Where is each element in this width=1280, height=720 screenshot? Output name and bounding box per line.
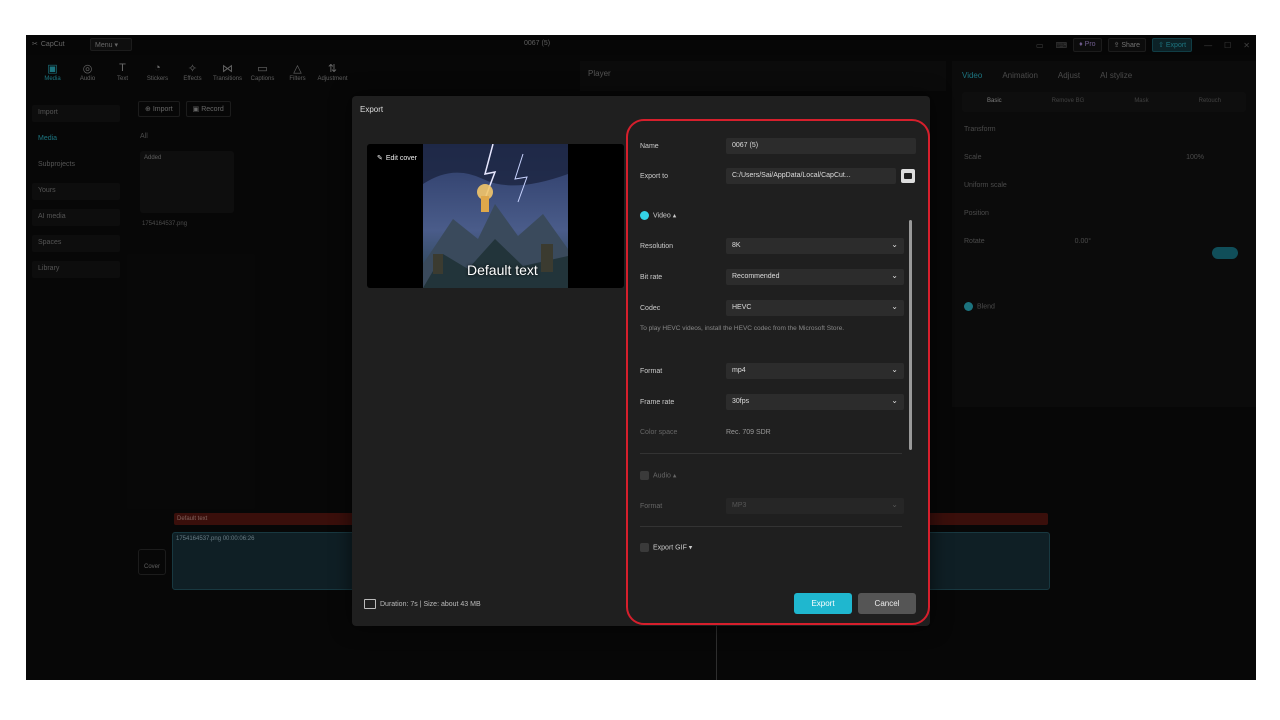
export-dialog: Export ✎ Edit cover Default text Duratio…: [352, 96, 930, 626]
gif-checkbox[interactable]: [640, 543, 649, 552]
audio-checkbox[interactable]: [640, 471, 649, 480]
export-to-row: Export to C:/Users/Sai/AppData/Local/Cap…: [640, 168, 916, 186]
film-icon: [364, 599, 376, 609]
format-label: Format: [640, 368, 663, 375]
chevron-down-icon: ⌄: [891, 365, 898, 374]
chevron-down-icon: ▾: [688, 544, 693, 552]
video-section-header[interactable]: Video ▴: [640, 208, 916, 226]
cover-default-text: Default text: [467, 262, 538, 278]
gif-section-header[interactable]: Export GIF ▾: [640, 540, 916, 558]
codec-hint: To play HEVC videos, install the HEVC co…: [640, 325, 845, 332]
edit-cover-button[interactable]: ✎ Edit cover: [377, 154, 417, 163]
video-checkbox[interactable]: [640, 211, 649, 220]
bitrate-select[interactable]: Recommended ⌄: [726, 269, 904, 285]
divider: [640, 526, 902, 527]
export-to-label: Export to: [640, 173, 669, 180]
bitrate-label: Bit rate: [640, 274, 663, 281]
chevron-down-icon: ⌄: [891, 396, 898, 405]
chevron-down-icon: ⌄: [891, 302, 898, 311]
framerate-value: 30fps: [732, 398, 750, 405]
settings-scrollbar[interactable]: [909, 220, 912, 450]
format-select[interactable]: mp4 ⌄: [726, 363, 904, 379]
codec-label: Codec: [640, 305, 661, 312]
video-label: Video: [653, 212, 671, 220]
duration-text: Duration: 7s | Size: about 43 MB: [380, 600, 481, 608]
framerate-row: Frame rate 30fps ⌄: [640, 394, 916, 412]
framerate-label: Frame rate: [640, 399, 675, 406]
export-path-input[interactable]: C:/Users/Sai/AppData/Local/CapCut...: [726, 168, 896, 184]
capcut-app: ✂ CapCut Menu ▾ 0067 (5) ▭ ⌨ ♦ Pro ⇪ Sha…: [26, 35, 1256, 680]
chevron-down-icon: ⌄: [891, 500, 898, 509]
bitrate-row: Bit rate Recommended ⌄: [640, 269, 916, 287]
export-settings: Name 0067 (5) Export to C:/Users/Sai/App…: [640, 128, 916, 598]
format-row: Format mp4 ⌄: [640, 363, 916, 381]
gif-label: Export GIF: [653, 544, 687, 552]
duration-info: Duration: 7s | Size: about 43 MB: [364, 599, 481, 609]
audio-label: Audio: [653, 472, 671, 480]
colorspace-value: Rec. 709 SDR: [726, 429, 771, 436]
format-value: mp4: [732, 367, 746, 374]
divider: [640, 453, 902, 454]
resolution-select[interactable]: 8K ⌄: [726, 238, 904, 254]
resolution-value: 8K: [732, 242, 741, 249]
folder-icon[interactable]: [901, 169, 915, 183]
audio-format-select: MP3 ⌄: [726, 498, 904, 514]
chevron-up-icon: ▴: [672, 212, 677, 220]
dialog-title: Export: [360, 105, 384, 114]
audio-format-value: MP3: [732, 502, 747, 509]
resolution-label: Resolution: [640, 243, 674, 250]
edit-icon: ✎: [377, 155, 383, 162]
cover-preview[interactable]: ✎ Edit cover Default text: [367, 144, 624, 288]
chevron-down-icon: ⌄: [891, 271, 898, 280]
cancel-button[interactable]: Cancel: [858, 593, 916, 614]
name-row: Name 0067 (5): [640, 138, 916, 156]
chevron-up-icon: ▴: [672, 472, 677, 480]
name-label: Name: [640, 143, 659, 150]
colorspace-row: Color space Rec. 709 SDR: [640, 424, 916, 442]
name-input[interactable]: 0067 (5): [726, 138, 916, 154]
audio-format-label: Format: [640, 503, 663, 510]
audio-format-row: Format MP3 ⌄: [640, 498, 916, 516]
edit-cover-label: Edit cover: [385, 154, 417, 162]
resolution-row: Resolution 8K ⌄: [640, 238, 916, 256]
codec-select[interactable]: HEVC ⌄: [726, 300, 904, 316]
chevron-down-icon: ⌄: [891, 240, 898, 249]
codec-value: HEVC: [732, 304, 752, 311]
codec-row: Codec HEVC ⌄: [640, 300, 916, 318]
framerate-select[interactable]: 30fps ⌄: [726, 394, 904, 410]
audio-section-header[interactable]: Audio ▴: [640, 468, 916, 486]
bitrate-value: Recommended: [732, 273, 780, 280]
colorspace-label: Color space: [640, 429, 678, 436]
export-button[interactable]: Export: [794, 593, 852, 614]
